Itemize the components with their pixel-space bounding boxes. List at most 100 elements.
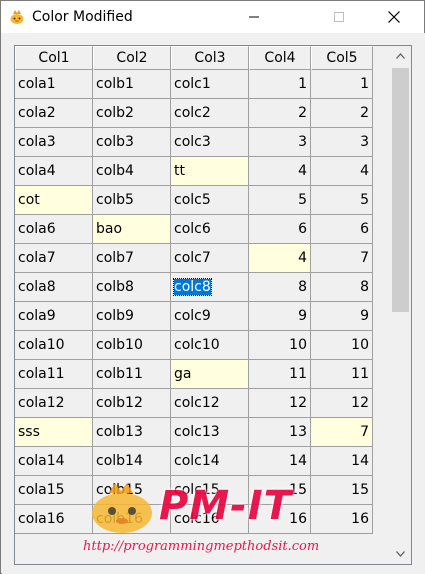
table-cell[interactable]: cola4	[15, 157, 93, 186]
table-cell[interactable]: colc8	[171, 273, 249, 302]
table-cell[interactable]: colc2	[171, 99, 249, 128]
table-cell[interactable]: colb2	[93, 99, 171, 128]
table-cell[interactable]: cot	[15, 186, 93, 215]
table-cell[interactable]: 3	[311, 128, 373, 157]
table-cell[interactable]: 3	[249, 128, 311, 157]
table-cell[interactable]: 12	[249, 389, 311, 418]
table-cell[interactable]: cola6	[15, 215, 93, 244]
table-cell[interactable]: colc16	[171, 505, 249, 534]
table-cell[interactable]: 16	[311, 505, 373, 534]
table-cell[interactable]: colb11	[93, 360, 171, 389]
table-row[interactable]: cot colb5 colc5 5 5	[15, 186, 389, 215]
table-cell[interactable]: colb9	[93, 302, 171, 331]
table-cell[interactable]: 5	[249, 186, 311, 215]
table-row[interactable]: cola8 colb8 colc8 8 8	[15, 273, 389, 302]
table-cell[interactable]: colb13	[93, 418, 171, 447]
table-cell[interactable]: 7	[311, 244, 373, 273]
table-cell[interactable]: 8	[249, 273, 311, 302]
table-cell[interactable]: 4	[311, 157, 373, 186]
table-cell[interactable]: colc6	[171, 215, 249, 244]
minimize-button[interactable]	[231, 1, 277, 33]
table-row[interactable]: cola16 colb16 colc16 16 16	[15, 505, 389, 534]
table-row[interactable]: cola12 colb12 colc12 12 12	[15, 389, 389, 418]
table-cell[interactable]: cola16	[15, 505, 93, 534]
table-cell[interactable]: colb1	[93, 70, 171, 99]
table-cell[interactable]: colb12	[93, 389, 171, 418]
table-row[interactable]: cola6 bao colc6 6 6	[15, 215, 389, 244]
table-cell[interactable]: 2	[311, 99, 373, 128]
table-cell[interactable]: colb8	[93, 273, 171, 302]
table-cell[interactable]: 12	[311, 389, 373, 418]
table-cell[interactable]: colb5	[93, 186, 171, 215]
table-cell[interactable]: colc10	[171, 331, 249, 360]
column-header-4[interactable]: Col4	[249, 46, 311, 70]
table-row[interactable]: cola1 colb1 colc1 1 1	[15, 70, 389, 99]
title-bar[interactable]: Color Modified	[1, 1, 424, 33]
table-cell[interactable]: 6	[249, 215, 311, 244]
table-cell[interactable]: 4	[249, 244, 311, 273]
table-cell[interactable]: colc13	[171, 418, 249, 447]
table-cell[interactable]: 9	[249, 302, 311, 331]
table-cell[interactable]: colb3	[93, 128, 171, 157]
table-row[interactable]: cola7 colb7 colc7 4 7	[15, 244, 389, 273]
table-cell[interactable]: 7	[311, 418, 373, 447]
table-cell[interactable]: 16	[249, 505, 311, 534]
table-cell[interactable]: 2	[249, 99, 311, 128]
table-cell[interactable]: colb16	[93, 505, 171, 534]
table-cell[interactable]: bao	[93, 215, 171, 244]
table-cell[interactable]: cola12	[15, 389, 93, 418]
column-header-3[interactable]: Col3	[171, 46, 249, 70]
table-row[interactable]: cola3 colb3 colc3 3 3	[15, 128, 389, 157]
table-cell[interactable]: colc5	[171, 186, 249, 215]
table-cell[interactable]: 10	[249, 331, 311, 360]
table-cell[interactable]: colc1	[171, 70, 249, 99]
table-row[interactable]: cola9 colb9 colc9 9 9	[15, 302, 389, 331]
table-cell[interactable]: tt	[171, 157, 249, 186]
table-cell[interactable]: cola10	[15, 331, 93, 360]
table-cell[interactable]: colc7	[171, 244, 249, 273]
scroll-up-button[interactable]	[389, 46, 411, 66]
table-cell[interactable]: 10	[311, 331, 373, 360]
table-cell[interactable]: cola1	[15, 70, 93, 99]
table-cell[interactable]: 9	[311, 302, 373, 331]
table-cell[interactable]: cola7	[15, 244, 93, 273]
table-cell[interactable]: 15	[249, 476, 311, 505]
table-cell[interactable]: cola14	[15, 447, 93, 476]
table-cell[interactable]: 1	[249, 70, 311, 99]
table-cell[interactable]: colb15	[93, 476, 171, 505]
table-cell[interactable]: 4	[249, 157, 311, 186]
table-row[interactable]: cola14 colb14 colc14 14 14	[15, 447, 389, 476]
table-cell[interactable]: 6	[311, 215, 373, 244]
table-cell[interactable]: cola2	[15, 99, 93, 128]
table-cell[interactable]: colb7	[93, 244, 171, 273]
table-cell[interactable]: colb14	[93, 447, 171, 476]
table-row[interactable]: cola2 colb2 colc2 2 2	[15, 99, 389, 128]
table-cell[interactable]: 14	[311, 447, 373, 476]
table-cell[interactable]: colc14	[171, 447, 249, 476]
vertical-scrollbar[interactable]	[389, 46, 411, 564]
table-row[interactable]: cola11 colb11 ga 11 11	[15, 360, 389, 389]
scrollbar-thumb[interactable]	[392, 68, 409, 312]
table-cell[interactable]: colb4	[93, 157, 171, 186]
column-header-5[interactable]: Col5	[311, 46, 373, 70]
table-cell[interactable]: colc12	[171, 389, 249, 418]
table-cell[interactable]: 1	[311, 70, 373, 99]
table-cell[interactable]: cola3	[15, 128, 93, 157]
table-row[interactable]: cola4 colb4 tt 4 4	[15, 157, 389, 186]
table-cell[interactable]: 15	[311, 476, 373, 505]
table-cell[interactable]: cola15	[15, 476, 93, 505]
table-cell[interactable]: cola9	[15, 302, 93, 331]
maximize-button[interactable]	[316, 1, 362, 33]
column-header-2[interactable]: Col2	[93, 46, 171, 70]
table-cell[interactable]: 11	[249, 360, 311, 389]
column-header-1[interactable]: Col1	[15, 46, 93, 70]
table-cell[interactable]: 11	[311, 360, 373, 389]
table-cell[interactable]: colc9	[171, 302, 249, 331]
table-cell[interactable]: ga	[171, 360, 249, 389]
table-row[interactable]: cola10 colb10 colc10 10 10	[15, 331, 389, 360]
table-cell[interactable]: 13	[249, 418, 311, 447]
table-cell[interactable]: cola8	[15, 273, 93, 302]
table-cell[interactable]: 8	[311, 273, 373, 302]
table-cell[interactable]: colb10	[93, 331, 171, 360]
close-button[interactable]	[371, 1, 417, 33]
